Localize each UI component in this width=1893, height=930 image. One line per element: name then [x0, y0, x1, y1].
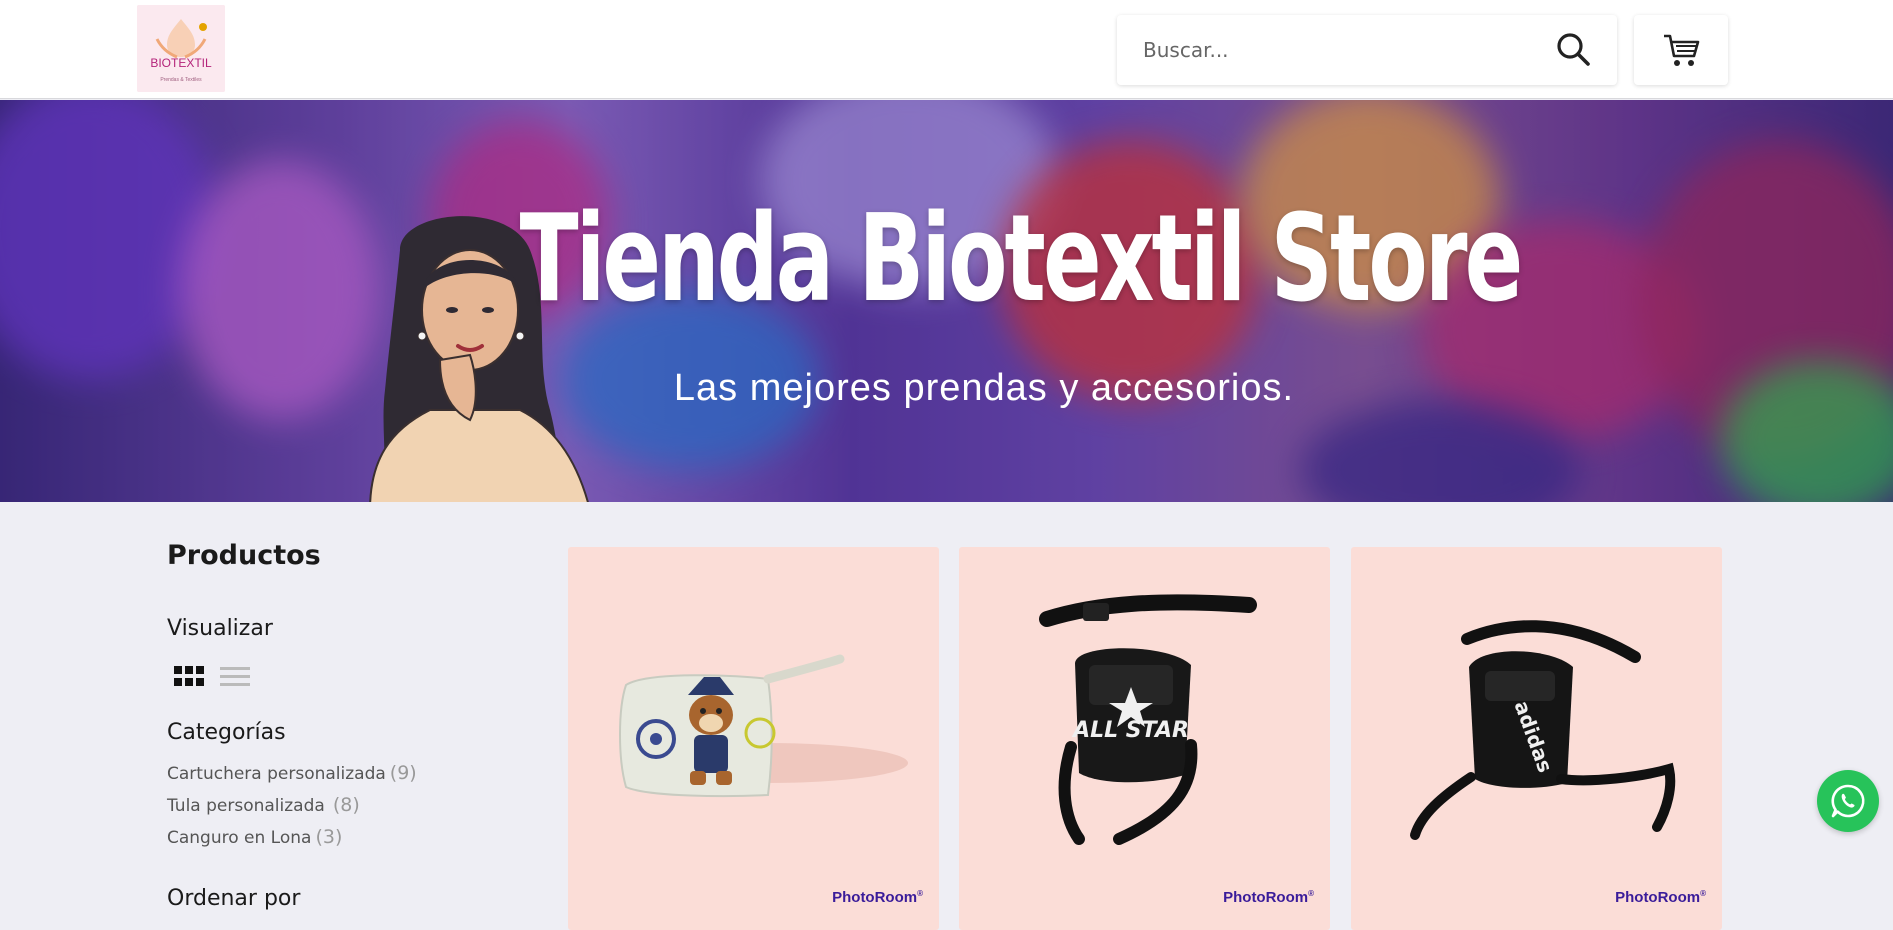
category-count: (8) — [332, 794, 360, 816]
category-item[interactable]: Cartuchera personalizada (9) — [167, 762, 417, 784]
categories-label: Categorías — [167, 720, 286, 745]
grid-view-icon[interactable] — [174, 666, 204, 688]
search-bar — [1117, 15, 1617, 85]
photoroom-watermark: PhotoRoom® — [1223, 889, 1314, 906]
product-card[interactable]: PhotoRoom® — [568, 547, 939, 930]
photoroom-watermark: PhotoRoom® — [1615, 889, 1706, 906]
hero-subtitle: Las mejores prendas y accesorios. — [673, 367, 1295, 409]
hero-banner: Tienda Biotextil Store Las mejores prend… — [0, 100, 1893, 502]
category-item[interactable]: Canguro en Lona (3) — [167, 826, 342, 848]
whatsapp-button[interactable] — [1817, 770, 1879, 832]
product-image — [619, 654, 908, 798]
category-item[interactable]: Tula personalizada (8) — [167, 794, 360, 816]
sidebar-title: Productos — [167, 540, 321, 571]
cart-icon — [1664, 34, 1700, 66]
site-header: BIOTEXTIL Prendas & Textiles — [0, 0, 1893, 99]
view-label: Visualizar — [167, 616, 273, 641]
category-name: Tula personalizada — [167, 796, 325, 816]
svg-text:ALL STAR: ALL STAR — [1071, 718, 1189, 743]
product-image: adidas — [1410, 620, 1676, 840]
product-card[interactable]: adidas PhotoRoom® — [1351, 547, 1722, 930]
category-name: Canguro en Lona — [167, 828, 312, 848]
sort-label: Ordenar por — [167, 886, 301, 911]
logo-text: BIOTEXTIL — [150, 56, 212, 70]
logo-subtext: Prendas & Textiles — [160, 77, 202, 83]
product-image: ALL STAR — [1039, 594, 1257, 845]
category-name: Cartuchera personalizada — [167, 764, 386, 784]
list-view-icon[interactable] — [220, 666, 250, 688]
product-card[interactable]: ALL STAR PhotoRoom® — [959, 547, 1330, 930]
hero-title: Tienda Biotextil Store — [519, 190, 1524, 329]
whatsapp-icon — [1831, 784, 1865, 818]
search-icon[interactable] — [1555, 31, 1593, 69]
photoroom-watermark: PhotoRoom® — [832, 889, 923, 906]
search-input[interactable] — [1143, 33, 1543, 67]
cart-button[interactable] — [1634, 15, 1728, 85]
store-logo[interactable]: BIOTEXTIL Prendas & Textiles — [137, 5, 225, 92]
category-count: (3) — [315, 826, 343, 848]
category-count: (9) — [389, 762, 417, 784]
